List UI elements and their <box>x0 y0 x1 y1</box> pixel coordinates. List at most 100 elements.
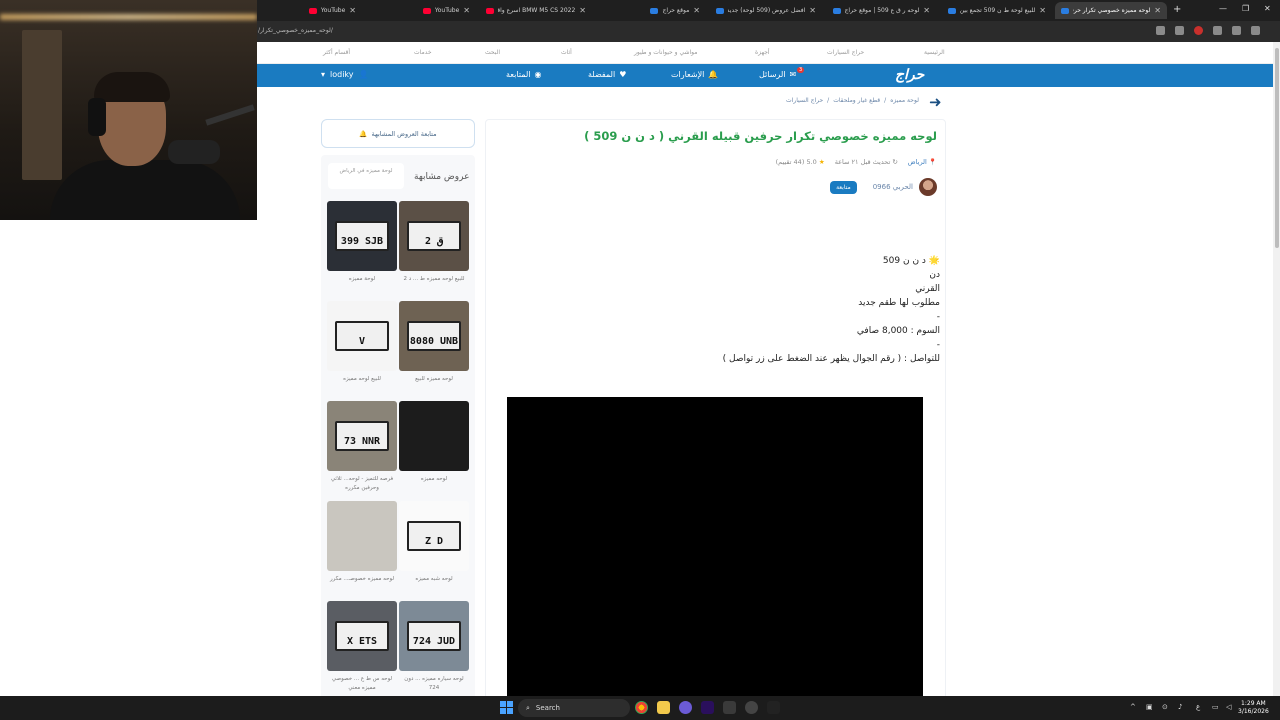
following-link[interactable]: ◉ المتابعة <box>506 70 542 79</box>
nav-devices[interactable]: أجهزة <box>755 49 770 56</box>
similar-item-thumb[interactable] <box>327 501 397 571</box>
tab-haraj-sale[interactable]: ✕ للبيع لوحة ط ن 509 تجمع بين <box>940 2 1052 19</box>
similar-item-caption[interactable]: لوحه سياره مميزه ... دون 724 <box>399 675 469 693</box>
taskbar-search[interactable]: ⌕ Search <box>518 699 630 717</box>
messages-link[interactable]: ✉ الرسائل 3 <box>759 67 805 79</box>
similar-item-caption[interactable]: للبيع لوحه مميزه ط ... د 2 <box>399 275 469 284</box>
similar-item-thumb[interactable]: 724 JUD <box>399 601 469 671</box>
close-tab-icon[interactable]: ✕ <box>923 6 930 15</box>
similar-item-thumb[interactable]: 399 SJB <box>327 201 397 271</box>
extensions-puzzle-icon[interactable] <box>1213 26 1222 35</box>
app-icon[interactable] <box>723 701 736 714</box>
similar-item-thumb[interactable] <box>399 401 469 471</box>
tab-haraj-plate[interactable]: ✕ لوحه ر ق ع 509 | موقع حراج <box>826 2 936 19</box>
post-meta: 📍 الرياض ↻ تحديث قبل ٢١ ساعة ★ 5.0 (44 ت… <box>776 158 937 166</box>
profile-icon[interactable] <box>1251 26 1260 35</box>
favorites-link[interactable]: ♥ المفضلة <box>588 70 626 79</box>
haraj-logo[interactable]: حراج <box>895 67 924 83</box>
language-indicator[interactable]: ع <box>1196 703 1200 711</box>
tab-bmw-video[interactable]: ✕ BMW M5 CS 2022 اسرع واقوى <box>480 2 592 19</box>
premiere-icon[interactable] <box>701 701 714 714</box>
restore-icon[interactable]: ❐ <box>1242 4 1249 13</box>
similar-item-thumb[interactable]: 73 NNR <box>327 401 397 471</box>
breadcrumb-item[interactable]: حراج السيارات <box>786 97 823 104</box>
nav-furniture[interactable]: أثاث <box>561 49 572 56</box>
haraj-icon <box>716 7 724 14</box>
nav-home[interactable]: الرئيسية <box>924 49 945 56</box>
breadcrumb-item[interactable]: قطع غيار وملحقات <box>833 97 880 104</box>
nav-search[interactable]: البحث <box>485 49 500 56</box>
tab-haraj-offers[interactable]: ✕ افضل عروض (509 لوحة) جديد ... <box>710 2 822 19</box>
avatar[interactable] <box>919 178 937 196</box>
nav-services[interactable]: خدمات <box>414 49 432 56</box>
similar-item-thumb[interactable]: 8080 UNB <box>399 301 469 371</box>
post-body-line: - <box>936 312 940 322</box>
user-menu[interactable]: ▾ lodiky 👤 <box>321 70 368 79</box>
close-tab-icon[interactable]: ✕ <box>809 6 816 15</box>
breadcrumb-item[interactable]: لوحة مميزه <box>890 97 919 104</box>
tray-chevron-icon[interactable]: ^ <box>1130 703 1136 711</box>
similar-item-thumb[interactable]: 2 ق <box>399 201 469 271</box>
close-tab-icon[interactable]: ✕ <box>463 6 470 15</box>
similar-item-caption[interactable]: للبيع لوحه مميزه <box>327 375 397 384</box>
follow-button[interactable]: متابعة <box>830 180 857 194</box>
discord-icon[interactable] <box>679 701 692 714</box>
seller-name[interactable]: الحربي 0966 <box>873 183 913 191</box>
similar-item-thumb[interactable]: Z D <box>399 501 469 571</box>
nav-more-sections[interactable]: أقسام أكثر <box>323 49 350 56</box>
tab-haraj-home[interactable]: ✕ موقع حراج <box>596 2 706 19</box>
rss-icon: ◉ <box>534 70 542 79</box>
back-arrow-icon[interactable]: ➜ <box>929 93 942 111</box>
url-field[interactable]: /لوحه_مميزه_خصوصي_تكرار/ <box>258 27 333 34</box>
similar-item-caption[interactable]: لوحه شبه مميزه <box>399 575 469 584</box>
similar-item-thumb[interactable]: V <box>327 301 397 371</box>
close-tab-icon[interactable]: ✕ <box>349 6 356 15</box>
nav-cars[interactable]: حراج السيارات <box>827 49 864 56</box>
post-video-player[interactable] <box>507 397 923 697</box>
nav-animals[interactable]: مواشي و حيوانات و طيور <box>634 49 697 56</box>
close-tab-icon[interactable]: ✕ <box>1039 6 1046 15</box>
close-window-icon[interactable]: ✕ <box>1264 4 1271 13</box>
similar-item-caption[interactable]: لوحه مميزه <box>399 475 469 484</box>
refresh-icon: ↻ <box>892 158 898 166</box>
install-icon[interactable] <box>1156 26 1165 35</box>
post-location[interactable]: 📍 الرياض <box>908 158 937 166</box>
similar-filter-chip[interactable]: لوحة مميزه في الرياض <box>328 163 404 189</box>
similar-item-caption[interactable]: لوحه مميزه خصوصـ... مكرر <box>327 575 397 584</box>
similar-item-caption[interactable]: لوحه س ط ع ... خصوصي مميزه معني <box>327 675 397 693</box>
similar-item-caption[interactable]: لوحه مميزه للبيع <box>399 375 469 384</box>
tray-app-icon[interactable]: ▣ <box>1146 703 1153 711</box>
volume-icon[interactable]: ◁ <box>1226 703 1231 711</box>
taskbar-clock[interactable]: 1:29 AM 3/16/2026 <box>1238 700 1269 716</box>
app-icon[interactable] <box>767 701 780 714</box>
tray-app-icon[interactable]: ⊙ <box>1162 703 1168 711</box>
bookmark-star-icon[interactable] <box>1175 26 1184 35</box>
notifications-link[interactable]: 🔔 الإشعارات <box>671 70 718 79</box>
network-icon[interactable]: ▭ <box>1212 703 1219 711</box>
microphone-tray-icon[interactable]: ♪ <box>1178 703 1182 711</box>
close-tab-icon[interactable]: ✕ <box>1154 6 1161 15</box>
extension-icon[interactable] <box>1194 26 1203 35</box>
obs-icon[interactable] <box>745 701 758 714</box>
page-scrollbar-thumb[interactable] <box>1275 48 1279 248</box>
menu-icon[interactable] <box>1232 26 1241 35</box>
close-tab-icon[interactable]: ✕ <box>693 6 700 15</box>
file-explorer-icon[interactable] <box>657 701 670 714</box>
new-tab-button[interactable]: + <box>1173 4 1181 15</box>
similar-item-caption[interactable]: لوحة مميزه <box>327 275 397 284</box>
site-header: حراج ✉ الرسائل 3 🔔 الإشعارات ♥ المفضلة ◉… <box>257 64 1273 87</box>
minimize-icon[interactable]: — <box>1219 4 1227 13</box>
tab-youtube-2[interactable]: ✕ YouTube <box>366 2 476 19</box>
tab-active-post[interactable]: ✕ لوحه مميزه خصوصي تكرار حرف... <box>1055 2 1167 19</box>
follow-similar-button[interactable]: متابعة العروض المشابهة 🔔 <box>321 119 475 148</box>
post-body: 🌟 د ن ن 509 دن القرني مطلوب لها طقم جديد… <box>723 254 940 366</box>
youtube-icon <box>308 7 317 14</box>
close-tab-icon[interactable]: ✕ <box>579 6 586 15</box>
tab-youtube-1[interactable]: ✕ YouTube <box>257 2 362 19</box>
windows-start-icon[interactable] <box>500 701 513 714</box>
browser-toolbar-icons <box>1156 26 1260 35</box>
bell-icon: 🔔 <box>359 129 368 138</box>
similar-item-caption[interactable]: فرصه للتميز - لوحه... ثلاثي وحرفين مكرره <box>327 475 397 493</box>
chrome-icon[interactable] <box>635 701 648 714</box>
similar-item-thumb[interactable]: X ETS <box>327 601 397 671</box>
